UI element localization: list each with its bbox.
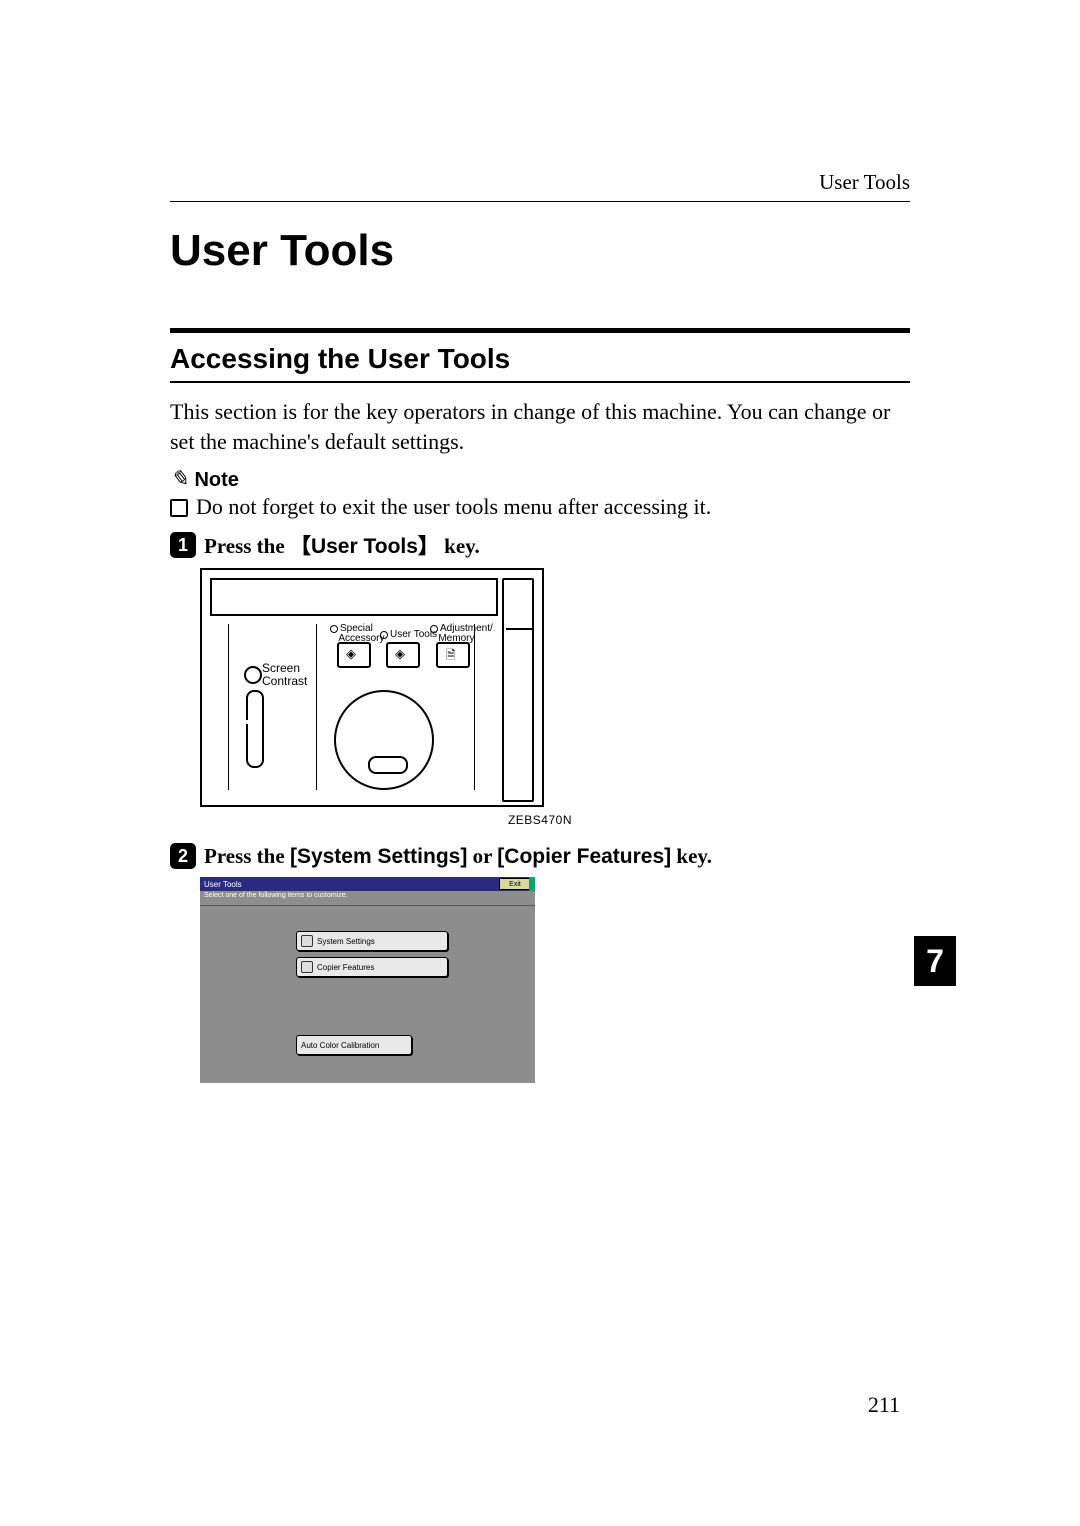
step-1-keycap-label: User Tools (311, 535, 418, 558)
note-icon: ✎ (170, 466, 188, 492)
step-1-keycap-close: 】 (418, 534, 439, 558)
dial-icon (334, 690, 434, 790)
section-divider-top (170, 328, 910, 333)
panel-divider-3 (474, 624, 475, 790)
step-1-marker: 1 (170, 532, 196, 558)
step-2-key1-label: System Settings (297, 845, 460, 868)
user-tools-label: User Tools (380, 630, 437, 640)
step-2-marker: 2 (170, 843, 196, 869)
step-1-keycap-open: 【 (290, 534, 311, 558)
diamond-icon (392, 648, 414, 662)
contrast-slider (246, 690, 264, 768)
settings-icon (301, 935, 313, 947)
page-number: 211 (868, 1392, 900, 1418)
system-settings-button[interactable]: System Settings (296, 931, 448, 951)
auto-color-label: Auto Color Calibration (301, 1041, 379, 1050)
header-divider (170, 201, 910, 202)
step-1-pre: Press the (204, 534, 290, 558)
section-heading: Accessing the User Tools (170, 343, 910, 375)
diagram-tag: ZEBS470N (200, 813, 572, 827)
step-2-key1-open: [ (290, 845, 297, 868)
page: User Tools User Tools Accessing the User… (0, 0, 1080, 1526)
contrast-icon (244, 666, 262, 684)
chapter-tab: 7 (914, 936, 956, 986)
contrast-text: Contrast (262, 674, 307, 688)
panel-divider-2 (316, 624, 317, 790)
system-settings-label: System Settings (317, 937, 375, 946)
screenshot-instruction: Select one of the following items to cus… (200, 891, 535, 906)
panel-divider-1 (228, 624, 229, 790)
step-1-post: key. (439, 534, 480, 558)
screenshot-title: User Tools (204, 880, 242, 889)
page-icon (442, 648, 464, 662)
section-divider-bottom (170, 381, 910, 383)
auto-color-calibration-button[interactable]: Auto Color Calibration (296, 1035, 412, 1055)
step-2-pre: Press the (204, 844, 290, 868)
note-label: Note (194, 469, 238, 492)
panel-screen (210, 578, 498, 616)
screenshot-titlebar: User Tools Exit (200, 877, 535, 891)
user-tools-button (386, 642, 420, 668)
small-button-icon (368, 756, 408, 774)
user-tools-screenshot: User Tools Exit Select one of the follow… (200, 877, 535, 1083)
copier-features-button[interactable]: Copier Features (296, 957, 448, 977)
note-heading: ✎ Note (170, 466, 910, 492)
step-2: 2 Press the [System Settings] or [Copier… (170, 843, 910, 869)
adjustment-memory-button (436, 642, 470, 668)
copier-features-label: Copier Features (317, 963, 374, 972)
contrast-slider-gap (246, 720, 260, 724)
diamond-icon (343, 648, 365, 662)
step-2-mid: or (467, 844, 497, 868)
adjustment-memory-label: Adjustment/ Memory (430, 624, 493, 644)
exit-button[interactable]: Exit (499, 878, 531, 890)
corner-accent (529, 877, 535, 891)
copier-icon (301, 961, 313, 973)
note-bullet: Do not forget to exit the user tools men… (170, 494, 910, 520)
running-header: User Tools (170, 170, 910, 195)
panel-side-line (506, 628, 534, 630)
step-2-text: Press the [System Settings] or [Copier F… (204, 844, 712, 869)
bullet-icon (170, 499, 188, 517)
led-icon (380, 631, 388, 639)
led-icon (430, 625, 438, 633)
step-2-key2-label: Copier Features (504, 845, 664, 868)
special-accessory-label: Special Accessory (330, 624, 384, 644)
step-1-text: Press the 【User Tools】 key. (204, 530, 480, 560)
contrast-label: Screen Contrast (262, 662, 307, 687)
led-icon (330, 625, 338, 633)
note-text: Do not forget to exit the user tools men… (196, 494, 711, 520)
step-1: 1 Press the 【User Tools】 key. (170, 530, 910, 560)
special-accessory-button (337, 642, 371, 668)
control-panel-diagram: Screen Contrast Special Accessory User T… (200, 568, 544, 807)
panel-side-block (502, 578, 534, 802)
intro-paragraph: This section is for the key operators in… (170, 397, 910, 456)
page-title: User Tools (170, 226, 910, 276)
step-2-post: key. (671, 844, 712, 868)
